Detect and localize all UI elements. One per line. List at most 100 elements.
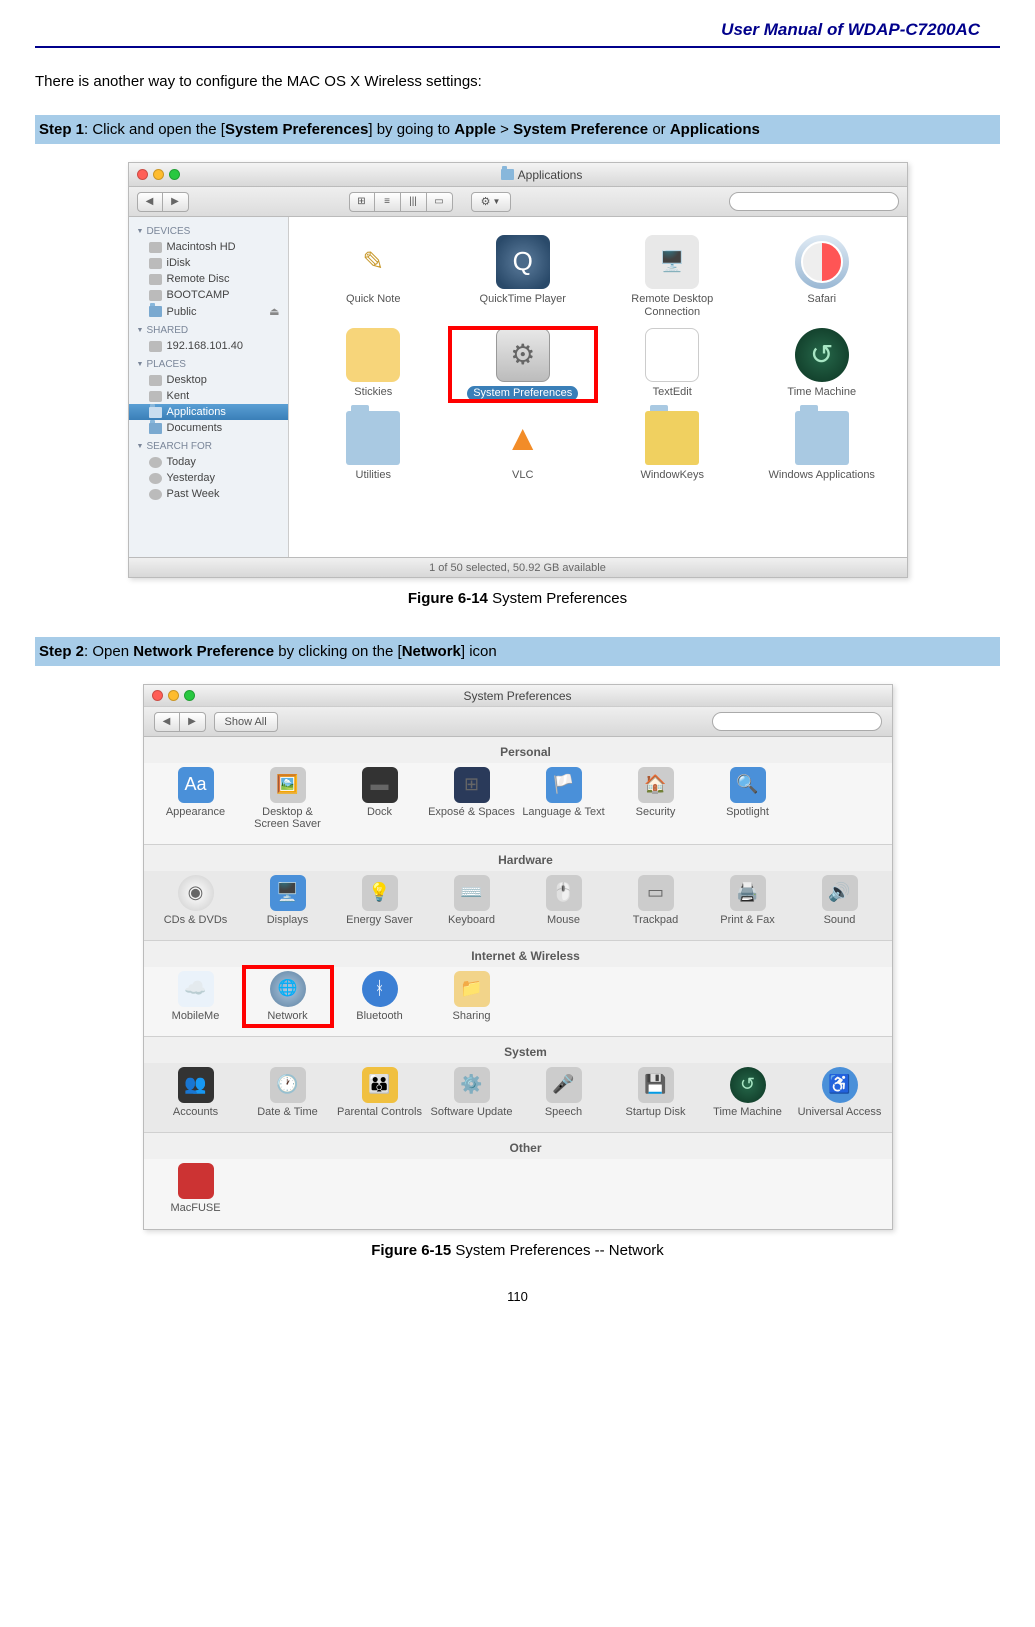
pref-macfuse[interactable]: MacFUSE [152,1159,240,1218]
back-button[interactable]: ◀ [137,192,163,212]
app-utilities[interactable]: Utilities [301,411,447,482]
pref-universal-access[interactable]: ♿Universal Access [796,1063,884,1122]
sidebar-item-today[interactable]: Today [129,454,288,470]
zoom-icon[interactable] [169,169,180,180]
sidebar-item-label: Today [167,456,196,468]
pref-cds-dvds[interactable]: ◉CDs & DVDs [152,871,240,930]
app-stickies[interactable]: Stickies [301,328,447,401]
pref-dock[interactable]: ▬Dock [336,763,424,834]
zoom-icon[interactable] [184,690,195,701]
show-all-button[interactable]: Show All [214,712,278,732]
pref-sound[interactable]: 🔊Sound [796,871,884,930]
pref-desktop-screensaver[interactable]: 🖼️Desktop & Screen Saver [244,763,332,834]
pref-label: Mouse [547,914,580,926]
pref-mobileme[interactable]: ☁️MobileMe [152,967,240,1026]
minimize-icon[interactable] [153,169,164,180]
app-quicktime[interactable]: QQuickTime Player [450,235,596,318]
app-vlc[interactable]: ▲VLC [450,411,596,482]
folder-icon [149,306,162,317]
pref-displays[interactable]: 🖥️Displays [244,871,332,930]
sidebar-item-macintosh-hd[interactable]: Macintosh HD [129,239,288,255]
close-icon[interactable] [137,169,148,180]
energy-icon: 💡 [362,875,398,911]
pref-sharing[interactable]: 📁Sharing [428,967,516,1026]
traffic-lights[interactable] [152,690,195,701]
sidebar-item-past-week[interactable]: Past Week [129,486,288,502]
traffic-lights[interactable] [137,169,180,180]
app-textedit[interactable]: TextEdit [600,328,746,401]
pref-keyboard[interactable]: ⌨️Keyboard [428,871,516,930]
pref-expose[interactable]: ⊞Exposé & Spaces [428,763,516,834]
finder-status-bar: 1 of 50 selected, 50.92 GB available [129,557,907,577]
sidebar-item-shared-host[interactable]: 192.168.101.40 [129,338,288,354]
view-list-button[interactable]: ≡ [375,192,401,212]
pref-accounts[interactable]: 👥Accounts [152,1063,240,1122]
pref-date-time[interactable]: 🕐Date & Time [244,1063,332,1122]
pref-spotlight[interactable]: 🔍Spotlight [704,763,792,834]
sidebar-item-home[interactable]: Kent [129,388,288,404]
sidebar-item-idisk[interactable]: iDisk [129,255,288,271]
figure-number: Figure 6-14 [408,590,488,607]
sidebar-item-public[interactable]: Public⏏ [129,303,288,320]
app-safari[interactable]: Safari [749,235,895,318]
pref-language[interactable]: 🏳️Language & Text [520,763,608,834]
back-button[interactable]: ◀ [154,712,180,732]
action-button[interactable]: ⚙▼ [471,192,511,212]
forward-button[interactable]: ▶ [180,712,206,732]
section-system-label: System [144,1037,892,1063]
pref-speech[interactable]: 🎤Speech [520,1063,608,1122]
sidebar-item-remote-disc[interactable]: Remote Disc [129,271,288,287]
desktop-icon [149,375,162,386]
app-remote-desktop[interactable]: 🖥️Remote Desktop Connection [600,235,746,318]
pref-security[interactable]: 🏠Security [612,763,700,834]
sidebar-item-applications[interactable]: Applications [129,404,288,420]
app-system-preferences[interactable]: ⚙System Preferences [450,328,596,401]
app-time-machine[interactable]: ↺Time Machine [749,328,895,401]
app-label: Quick Note [346,293,400,306]
folder-icon [149,407,162,418]
pref-label: Time Machine [713,1106,782,1118]
app-windowkeys[interactable]: WindowKeys [600,411,746,482]
view-coverflow-button[interactable]: ▭ [427,192,453,212]
close-icon[interactable] [152,690,163,701]
universal-access-icon: ♿ [822,1067,858,1103]
home-icon [149,391,162,402]
pref-startup-disk[interactable]: 💾Startup Disk [612,1063,700,1122]
clock-icon [149,457,162,468]
pref-network[interactable]: 🌐Network [244,967,332,1026]
pref-parental-controls[interactable]: 👪Parental Controls [336,1063,424,1122]
folder-icon [346,411,400,465]
header-rule [35,46,1000,48]
sidebar-item-desktop[interactable]: Desktop [129,372,288,388]
pref-time-machine[interactable]: ↺Time Machine [704,1063,792,1122]
sidebar-item-bootcamp[interactable]: BOOTCAMP [129,287,288,303]
minimize-icon[interactable] [168,690,179,701]
app-quick-note[interactable]: ✎Quick Note [301,235,447,318]
startup-disk-icon: 💾 [638,1067,674,1103]
pref-trackpad[interactable]: ▭Trackpad [612,871,700,930]
app-label: Time Machine [787,386,856,399]
pref-software-update[interactable]: ⚙️Software Update [428,1063,516,1122]
sidebar-places-head: PLACES [129,354,288,372]
prefs-search-input[interactable] [712,712,882,731]
forward-button[interactable]: ▶ [163,192,189,212]
finder-search-input[interactable] [729,192,899,211]
pref-print-fax[interactable]: 🖨️Print & Fax [704,871,792,930]
app-windows-applications[interactable]: Windows Applications [749,411,895,482]
sidebar-item-yesterday[interactable]: Yesterday [129,470,288,486]
step2-text-b: by clicking on the [ [274,643,402,660]
view-column-button[interactable]: ||| [401,192,427,212]
section-other-label: Other [144,1133,892,1159]
pref-bluetooth[interactable]: ᚼBluetooth [336,967,424,1026]
pref-energy[interactable]: 💡Energy Saver [336,871,424,930]
app-label: Utilities [356,469,391,482]
sidebar-item-documents[interactable]: Documents [129,420,288,436]
view-icon-button[interactable]: ⊞ [349,192,375,212]
pref-label: Appearance [166,806,225,818]
pref-mouse[interactable]: 🖱️Mouse [520,871,608,930]
software-update-icon: ⚙️ [454,1067,490,1103]
pref-appearance[interactable]: AaAppearance [152,763,240,834]
textedit-icon [645,328,699,382]
eject-icon[interactable]: ⏏ [269,305,279,318]
step1-bar: Step 1: Click and open the [System Prefe… [35,115,1000,144]
